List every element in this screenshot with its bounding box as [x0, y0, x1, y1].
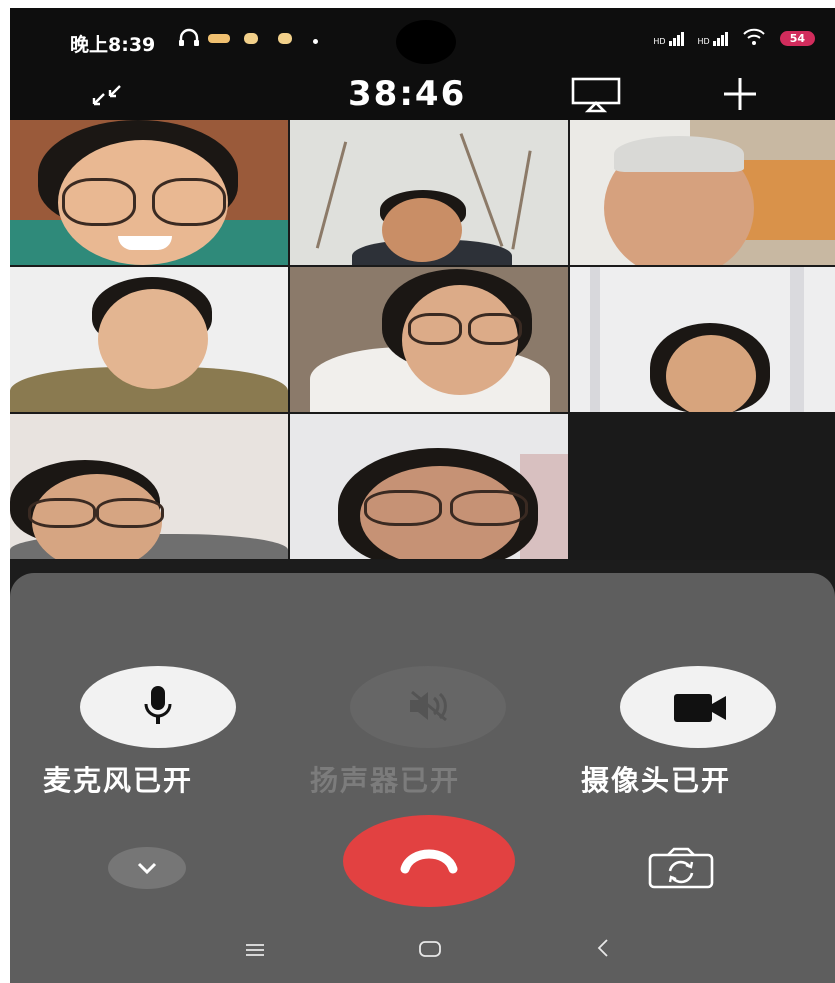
notification-icon — [244, 33, 258, 44]
battery-indicator: 54 — [779, 31, 815, 46]
mic-toggle-button[interactable] — [80, 666, 236, 748]
home-nav-icon[interactable] — [418, 940, 442, 962]
speaker-status-label: 扬声器已开 — [310, 764, 461, 797]
participant-video-tile[interactable] — [10, 414, 288, 559]
collapse-panel-button[interactable] — [108, 847, 186, 889]
participant-video-tile[interactable] — [290, 267, 568, 412]
empty-grid-slot — [570, 414, 835, 559]
camera-status-label: 摄像头已开 — [581, 764, 732, 797]
signal-icon: HD — [698, 31, 728, 46]
call-timer: 38:46 — [348, 74, 467, 114]
participant-video-tile[interactable] — [10, 267, 288, 412]
screen-share-icon[interactable] — [570, 76, 622, 118]
end-call-button[interactable] — [343, 815, 515, 907]
chevron-down-icon — [135, 860, 159, 880]
headphone-icon — [178, 28, 200, 52]
microphone-icon — [142, 684, 174, 732]
wifi-icon — [742, 28, 766, 49]
dot-icon — [313, 39, 318, 44]
mic-status-label: 麦克风已开 — [43, 764, 194, 797]
participant-video-tile[interactable] — [570, 267, 835, 412]
participant-video-tile[interactable] — [10, 120, 288, 265]
add-participant-icon[interactable] — [718, 74, 762, 118]
status-bar: 晚上8:39 HD HD 54 — [10, 8, 835, 68]
phone-screen: 晚上8:39 HD HD 54 38:46 麦克风已开 扬声器已开 摄像头已开 — [10, 8, 835, 983]
speaker-toggle-button[interactable] — [350, 666, 506, 748]
signal-icon: HD — [653, 31, 684, 46]
participant-video-tile[interactable] — [290, 120, 568, 265]
call-control-panel: 麦克风已开 扬声器已开 摄像头已开 — [10, 573, 835, 983]
front-camera — [396, 20, 456, 64]
hang-up-icon — [397, 843, 461, 883]
back-nav-icon[interactable] — [596, 938, 610, 962]
call-header: 38:46 — [10, 68, 835, 120]
participant-grid — [10, 120, 835, 560]
speaker-muted-icon — [406, 688, 452, 728]
status-icons: HD HD 54 — [653, 28, 815, 49]
menu-nav-icon[interactable] — [244, 942, 266, 961]
participant-video-tile[interactable] — [570, 120, 835, 265]
video-camera-icon — [672, 692, 728, 728]
camera-toggle-button[interactable] — [620, 666, 776, 748]
participant-video-tile[interactable] — [290, 414, 568, 559]
system-navigation-bar — [10, 918, 835, 983]
notification-icon — [278, 33, 292, 44]
status-time: 晚上8:39 — [70, 34, 156, 56]
notification-icon — [208, 34, 230, 43]
switch-camera-icon[interactable] — [646, 845, 716, 893]
minimize-icon[interactable] — [90, 82, 124, 112]
